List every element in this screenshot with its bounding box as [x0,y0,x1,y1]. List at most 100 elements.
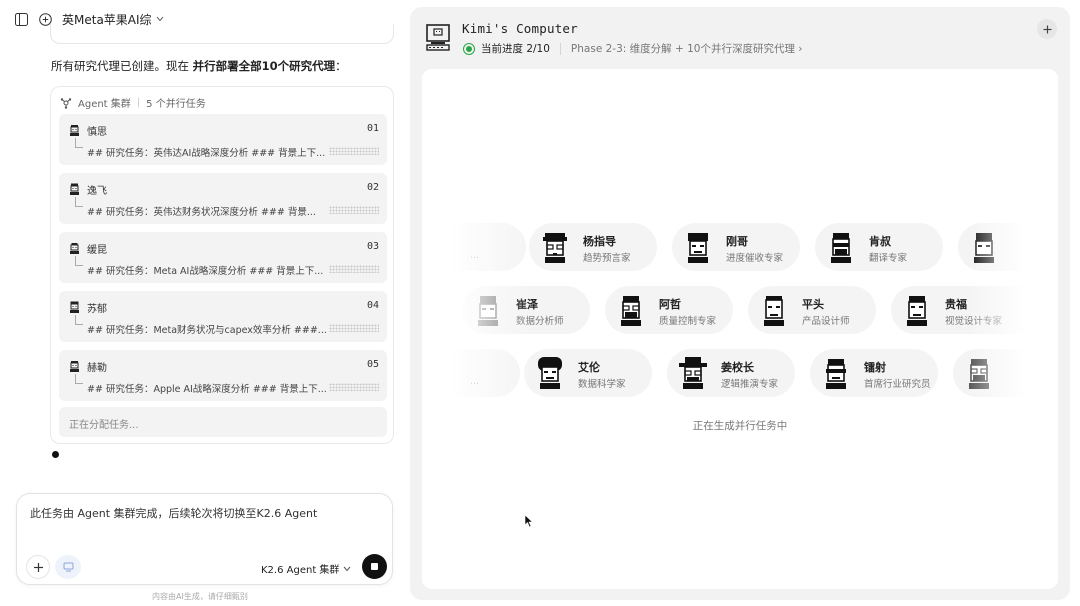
task-row[interactable]: 赫勒 05 ## 研究任务：Apple AI战略深度分析 ### 背景上下... [59,350,387,401]
agent-avatar-icon [831,233,851,263]
streaming-indicator [52,451,59,458]
generating-status: 正在生成并行任务中 [692,420,788,432]
cluster-label: Agent 集群 [78,99,131,110]
agent-chip[interactable]: 阿哲 质量控制专家 [605,286,733,334]
agent-avatar-icon [621,296,641,326]
agent-chip[interactable]: 崔泽 数据分析师 [462,286,590,334]
task-row[interactable]: 苏郁 04 ## 研究任务：Meta财务状况与capex效率分析 ###... [59,291,387,342]
agent-name: 姜校长 [721,361,754,374]
message-suffix: ： [335,59,347,73]
agent-name: 镭射 [864,361,886,374]
chevron-down-icon [156,16,163,22]
stop-icon [371,563,378,570]
task-row[interactable]: 缓昆 03 ## 研究任务：Meta AI战略深度分析 ### 背景上下... [59,232,387,283]
task-agent-name: 苏郁 [87,304,107,315]
plus-icon [1043,25,1051,33]
agent-avatar-icon [907,296,927,326]
app: 英Meta苹果AI综 所有研究代理已创建。现在 并行部署全部10个研究代理： A… [0,0,1080,606]
agent-avatar-icon [969,359,989,389]
composer-input[interactable]: 此任务由 Agent 集群完成，后续轮次将切换至K2.6 Agent [30,505,317,521]
task-progress-dots [329,206,379,214]
message-bold: 并行部署全部10个研究代理 [192,59,336,73]
agent-chip[interactable]: 刚哥 进度催收专家 [672,223,800,271]
agent-role: ... [470,250,480,261]
agent-avatar-icon [679,357,707,389]
task-number: 01 [366,123,379,134]
computer-tool-icon [63,562,73,572]
stop-button[interactable] [362,554,387,579]
agent-role: 数据科学家 [578,379,626,390]
agent-avatar-icon [70,361,79,372]
agent-chip[interactable] [958,223,1058,271]
computer-panel: Kimi's Computer 当前进度 2/10 Phase 2-3: 维度分… [410,7,1070,600]
cluster-count: 5 个并行任务 [146,99,206,110]
agent-avatar-icon [70,301,79,313]
model-selector[interactable]: K2.6 Agent 集群 [261,561,351,576]
message-prefix: 所有研究代理已创建。现在 [51,59,193,73]
plus-icon [33,562,43,572]
agent-avatar-icon [688,233,708,263]
computer-title: Kimi's Computer [462,21,578,36]
sidebar-toggle-icon[interactable] [14,12,28,26]
progress-bar: 当前进度 2/10 Phase 2-3: 维度分解 + 10个并行深度研究代理 … [463,41,803,56]
agent-avatar-icon [538,357,562,389]
task-branch-line [75,374,83,384]
ai-disclaimer: 内容由AI生成，请仔细甄别 [152,592,248,601]
agent-canvas: ... 杨指导 趋势预言家 刚哥 进度催收专家 肯叔 翻译专家 崔泽 数据分析师… [422,69,1058,589]
agent-chip[interactable]: 平头 产品设计师 [748,286,876,334]
agent-chip[interactable]: 姜校长 逻辑推演专家 [667,349,795,397]
task-progress-dots [329,383,379,391]
agent-role: 进度催收专家 [726,253,784,264]
composer[interactable]: 此任务由 Agent 集群完成，后续轮次将切换至K2.6 Agent K2.6 … [16,493,393,585]
agent-cluster-card: Agent 集群 | 5 个并行任务 慎思 01 ## 研究任务：英伟达AI战略… [50,86,394,444]
agent-avatar-icon [478,296,498,326]
agent-name: 艾伦 [578,361,600,374]
add-button[interactable] [1037,19,1057,39]
agent-name: 贵福 [945,298,967,311]
task-number: 03 [366,241,379,252]
task-description: ## 研究任务：英伟达财务状况深度分析 ### 背景... [87,207,316,218]
mouse-cursor-icon [524,514,534,528]
agent-chip[interactable]: 杨指导 趋势预言家 [529,223,657,271]
task-row[interactable]: 逸飞 02 ## 研究任务：英伟达财务状况深度分析 ### 背景... [59,173,387,224]
agent-role: 翻译专家 [869,253,908,264]
task-agent-name: 逸飞 [87,186,107,197]
cluster-icon [60,97,72,109]
progress-divider [559,42,561,55]
phase-link[interactable]: Phase 2-3: 维度分解 + 10个并行深度研究代理 › [571,41,803,56]
agent-role: 趋势预言家 [583,253,631,264]
task-agent-name: 缓昆 [87,245,107,256]
task-branch-line [75,256,83,266]
tool-toggle-button[interactable] [55,555,81,579]
agent-chip[interactable]: 贵福 视觉设计专家 [891,286,1058,334]
task-number: 02 [366,182,379,193]
task-agent-name: 慎思 [87,127,107,138]
cluster-header: Agent 集群 | 5 个并行任务 [60,95,206,110]
cluster-separator: | [136,97,141,108]
add-attachment-button[interactable] [26,555,50,579]
task-progress-dots [329,265,379,273]
assigning-status: 正在分配任务... [59,407,387,437]
agent-chip[interactable] [953,349,1058,397]
task-agent-name: 赫勒 [87,363,107,374]
computer-icon [426,24,450,51]
agent-name: 阿哲 [659,298,681,311]
task-branch-line [75,197,83,207]
agent-name: 崔泽 [516,298,538,311]
agent-chip[interactable]: 肯叔 翻译专家 [815,223,943,271]
agent-avatar-icon [70,243,79,254]
agent-role: 数据分析师 [516,316,564,327]
task-number: 04 [366,300,379,311]
task-row[interactable]: 慎思 01 ## 研究任务：英伟达AI战略深度分析 ### 背景上下... [59,114,387,165]
agent-name: 杨指导 [583,235,616,248]
agent-avatar-icon [826,359,846,389]
agent-name: 肯叔 [869,235,891,248]
previous-card-edge [50,24,394,44]
agent-chip: ... [430,349,520,397]
agent-role: 首席行业研究员 [864,379,931,390]
agent-chip[interactable]: 镭射 首席行业研究员 [810,349,938,397]
agent-avatar-icon [543,233,567,263]
agent-chip[interactable]: 艾伦 数据科学家 [524,349,652,397]
progress-status-icon [463,42,475,55]
agent-name: 平头 [802,298,824,311]
